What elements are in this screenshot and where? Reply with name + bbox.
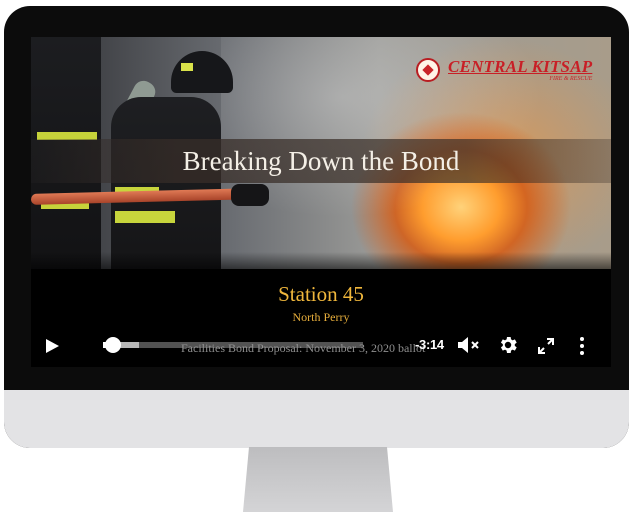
reflective-tape <box>115 211 175 223</box>
volume-muted-icon[interactable] <box>456 335 482 355</box>
settings-gear-icon[interactable] <box>497 334 519 356</box>
station-area: North Perry <box>292 310 350 324</box>
video-player[interactable]: CENTRAL KITSAP FIRE & RESCUE Breaking Do… <box>31 37 611 367</box>
central-kitsap-logo: CENTRAL KITSAP FIRE & RESCUE <box>416 57 592 83</box>
monitor-chin <box>4 390 629 448</box>
station-name: Station 45 <box>278 282 364 306</box>
ground-shadow <box>31 252 611 269</box>
progress-bar[interactable] <box>103 342 363 348</box>
video-title: Breaking Down the Bond <box>182 146 460 176</box>
time-remaining: -3:14 <box>415 337 444 352</box>
monitor-stand <box>243 447 393 512</box>
logo-main-text: CENTRAL KITSAP <box>448 57 593 76</box>
play-icon[interactable] <box>43 337 61 355</box>
more-options-icon[interactable] <box>577 335 587 357</box>
fullscreen-icon[interactable] <box>537 337 555 355</box>
glove <box>231 184 269 206</box>
helmet-tape <box>181 63 193 71</box>
fire-badge-icon <box>416 58 440 82</box>
logo-sub-text: FIRE & RESCUE <box>549 76 593 82</box>
monitor-frame: CENTRAL KITSAP FIRE & RESCUE Breaking Do… <box>4 6 629 448</box>
firefighter-center <box>111 97 221 269</box>
